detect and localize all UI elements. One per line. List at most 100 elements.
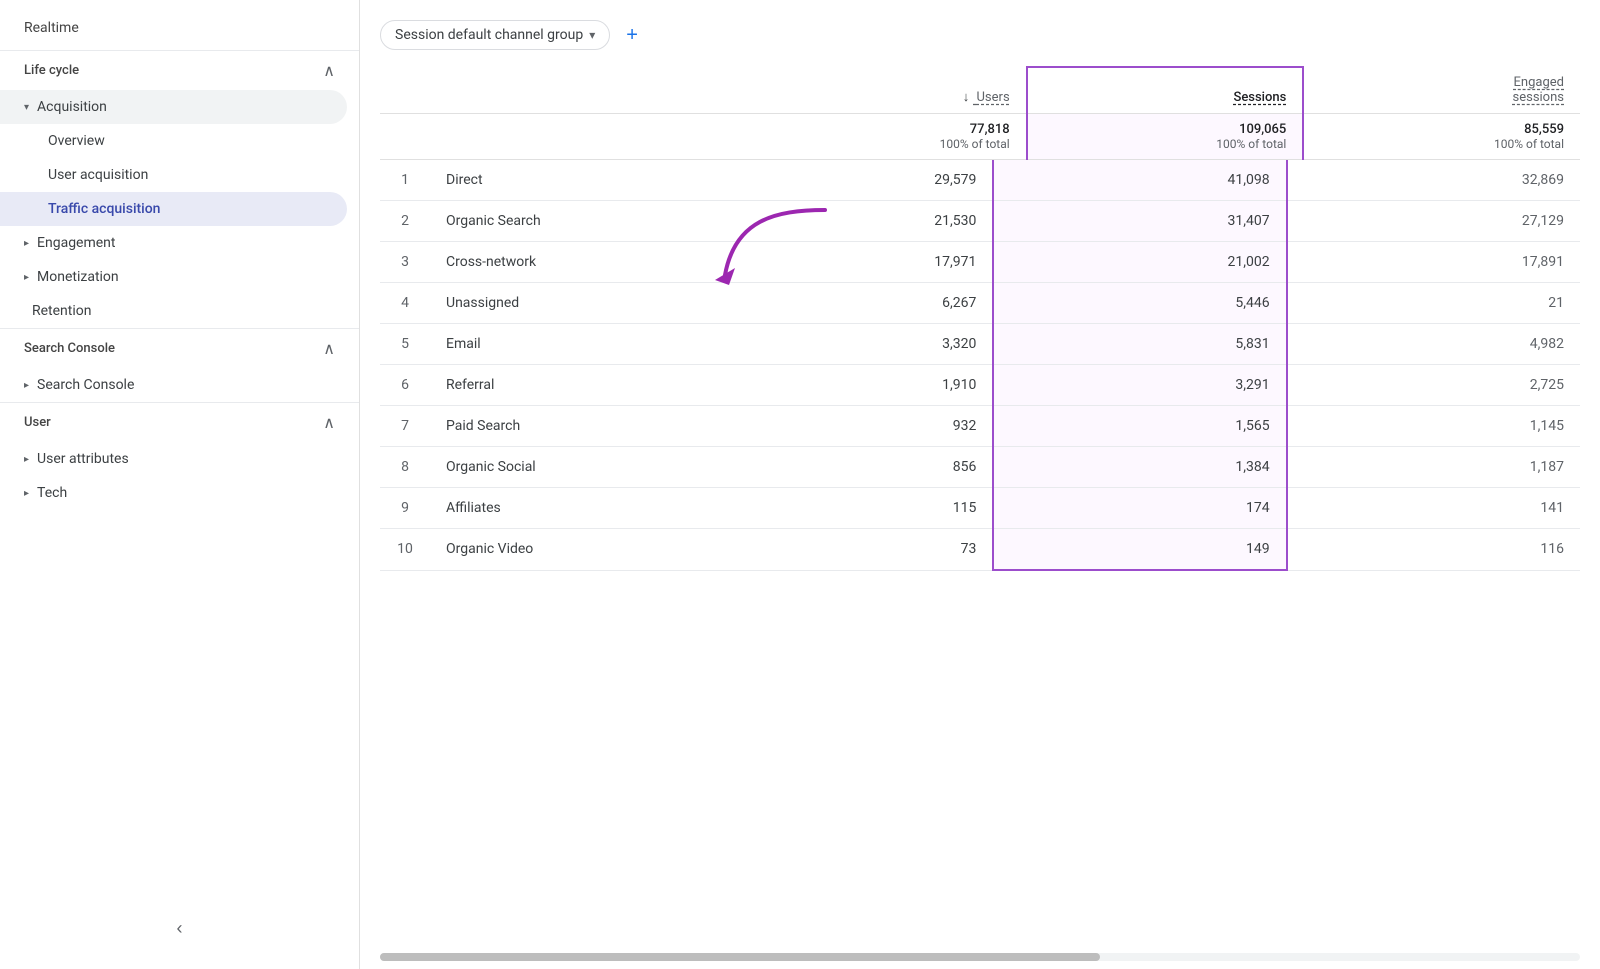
search-console-expand-icon: ▸ [24,380,29,391]
table-row: 9 Affiliates 115 174 141 [380,488,1580,529]
realtime-label[interactable]: Realtime [0,10,359,50]
engaged-total: 85,559 100% of total [1303,114,1580,160]
row-users: 29,579 [700,160,993,201]
row-sessions: 41,098 [993,160,1286,201]
row-engaged: 4,982 [1287,324,1580,365]
row-rank: 1 [380,160,430,201]
sidebar-item-user-attributes[interactable]: ▸ User attributes [0,442,347,476]
row-channel: Organic Social [430,447,700,488]
row-engaged: 17,891 [1287,242,1580,283]
users-column-header[interactable]: ↓ Users [750,67,1027,114]
filter-dropdown-icon: ▾ [589,28,595,42]
lifecycle-section-label: Life cycle [24,63,79,78]
sessions-column-header[interactable]: Sessions [1027,67,1304,114]
row-sessions: 1,384 [993,447,1286,488]
data-table-container: ↓ Users Sessions Engagedsessions [360,66,1600,945]
row-engaged: 141 [1287,488,1580,529]
lifecycle-section-header[interactable]: Life cycle ∧ [0,50,359,90]
monetization-expand-icon: ▸ [24,272,29,283]
row-channel: Cross-network [430,242,700,283]
row-sessions: 174 [993,488,1286,529]
row-users: 73 [700,529,993,571]
engaged-sessions-label: Engagedsessions [1513,75,1565,105]
retention-label: Retention [32,303,92,319]
table-row: 8 Organic Social 856 1,384 1,187 [380,447,1580,488]
sidebar-item-engagement[interactable]: ▸ Engagement [0,226,347,260]
user-section-label: User [24,415,51,430]
search-console-section-label: Search Console [24,341,115,356]
row-sessions: 31,407 [993,201,1286,242]
row-engaged: 116 [1287,529,1580,571]
acquisition-label: Acquisition [37,99,107,115]
table-row: 4 Unassigned 6,267 5,446 21 [380,283,1580,324]
channel-group-filter[interactable]: Session default channel group ▾ [380,20,610,50]
sidebar: Realtime Life cycle ∧ ▾ Acquisition Over… [0,0,360,969]
row-channel: Direct [430,160,700,201]
sidebar-item-traffic-acquisition[interactable]: Traffic acquisition [0,192,347,226]
row-users: 21,530 [700,201,993,242]
engaged-sessions-column-header[interactable]: Engagedsessions [1303,67,1580,114]
scrollbar-thumb[interactable] [380,953,1100,961]
tech-label: Tech [37,485,67,501]
sidebar-item-monetization[interactable]: ▸ Monetization [0,260,347,294]
row-rank: 6 [380,365,430,406]
table-row: 2 Organic Search 21,530 31,407 27,129 [380,201,1580,242]
row-engaged: 32,869 [1287,160,1580,201]
users-total: 77,818 100% of total [750,114,1027,160]
row-users: 932 [700,406,993,447]
sidebar-item-search-console[interactable]: ▸ Search Console [0,368,347,402]
engagement-expand-icon: ▸ [24,238,29,249]
row-rank: 2 [380,201,430,242]
data-rows-table: 1 Direct 29,579 41,098 32,869 2 Organic … [380,160,1580,571]
filter-row: Session default channel group ▾ + [360,20,1600,66]
table-row: 10 Organic Video 73 149 116 [380,529,1580,571]
horizontal-scrollbar[interactable] [380,953,1580,961]
acquisition-table: ↓ Users Sessions Engagedsessions [380,66,1580,160]
sidebar-item-overview[interactable]: Overview [0,124,347,158]
row-channel: Paid Search [430,406,700,447]
row-channel: Unassigned [430,283,700,324]
sidebar-item-user-acquisition[interactable]: User acquisition [0,158,347,192]
sort-icon: ↓ [963,89,970,105]
channel-column-header [430,67,750,114]
user-section-header[interactable]: User ∧ [0,402,359,442]
sidebar-item-retention[interactable]: Retention [0,294,347,328]
overview-label: Overview [48,133,105,149]
user-attributes-label: User attributes [37,451,129,467]
row-engaged: 2,725 [1287,365,1580,406]
row-engaged: 1,145 [1287,406,1580,447]
row-users: 115 [700,488,993,529]
row-channel: Email [430,324,700,365]
user-chevron-icon: ∧ [323,413,335,432]
row-users: 3,320 [700,324,993,365]
traffic-acquisition-label: Traffic acquisition [48,201,160,217]
row-rank: 3 [380,242,430,283]
totals-row: 77,818 100% of total 109,065 100% of tot… [380,114,1580,160]
row-engaged: 27,129 [1287,201,1580,242]
add-filter-button[interactable]: + [626,25,638,45]
sidebar-collapse-button[interactable]: ‹ [177,918,183,939]
row-rank: 7 [380,406,430,447]
table-row: 3 Cross-network 17,971 21,002 17,891 [380,242,1580,283]
row-channel: Affiliates [430,488,700,529]
main-content: Session default channel group ▾ + ↓ User… [360,0,1600,969]
monetization-label: Monetization [37,269,119,285]
table-row: 7 Paid Search 932 1,565 1,145 [380,406,1580,447]
row-sessions: 21,002 [993,242,1286,283]
search-console-label: Search Console [37,377,134,393]
sidebar-item-tech[interactable]: ▸ Tech [0,476,347,510]
row-sessions: 149 [993,529,1286,571]
row-sessions: 1,565 [993,406,1286,447]
filter-label: Session default channel group [395,27,583,43]
sidebar-item-acquisition[interactable]: ▾ Acquisition [0,90,347,124]
table-row: 6 Referral 1,910 3,291 2,725 [380,365,1580,406]
users-label: Users [977,90,1010,105]
row-engaged: 21 [1287,283,1580,324]
sessions-label: Sessions [1233,90,1286,105]
acquisition-expand-icon: ▾ [24,102,29,113]
search-console-section-header[interactable]: Search Console ∧ [0,328,359,368]
row-rank: 10 [380,529,430,571]
tech-expand-icon: ▸ [24,488,29,499]
row-channel: Organic Video [430,529,700,571]
sessions-total: 109,065 100% of total [1027,114,1304,160]
